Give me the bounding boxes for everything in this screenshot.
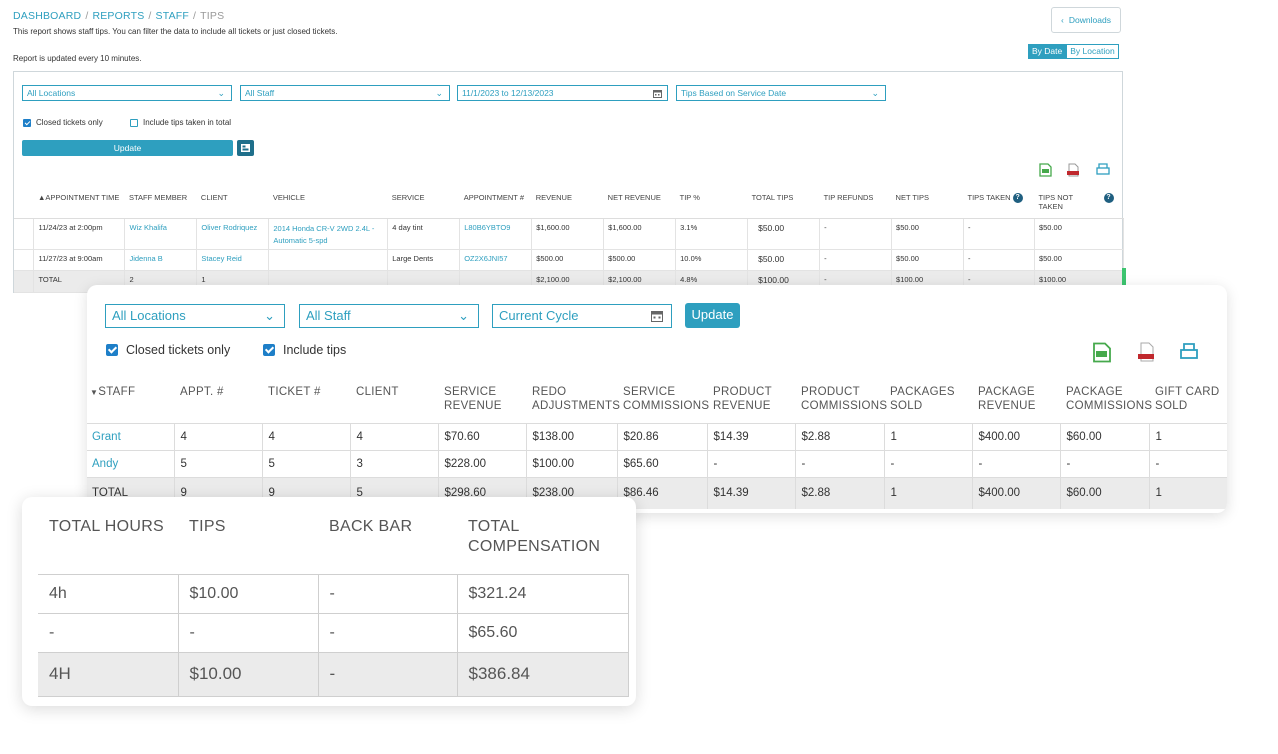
staff-tips-table: ▲APPOINTMENT TIME STAFF MEMBER CLIENT VE…	[14, 183, 1125, 293]
update-button[interactable]: Update	[22, 140, 233, 156]
col-tips-taken[interactable]: TIPS TAKEN ?	[963, 183, 1035, 219]
location-select[interactable]: All Locations ⌄	[22, 85, 232, 101]
col-client[interactable]: CLIENT	[350, 385, 438, 423]
chevron-down-icon: ⌄	[458, 308, 469, 323]
help-icon[interactable]: ?	[1012, 193, 1023, 204]
breadcrumb-tips: TIPS	[200, 10, 225, 22]
col-tip-percent[interactable]: TIP %	[675, 183, 748, 219]
breadcrumb: DASHBOARD / REPORTS / STAFF / TIPS	[13, 10, 225, 22]
col-tips[interactable]: TIPS	[178, 497, 318, 574]
table-row: Grant 4 4 4 $70.60 $138.00 $20.86 $14.39…	[87, 422, 1227, 450]
col-service-commissions[interactable]: SERVICE COMMISSIONS	[617, 385, 709, 423]
print-icon[interactable]	[1096, 163, 1110, 175]
tips-basis-select[interactable]: Tips Based on Service Date ⌄	[676, 85, 886, 101]
col-service-revenue[interactable]: SERVICE REVENUE	[438, 385, 526, 423]
checkbox-unchecked-icon	[130, 118, 138, 127]
table-row: - - - $65.60	[38, 612, 629, 653]
col-vehicle[interactable]: VEHICLE	[268, 183, 388, 219]
col-revenue[interactable]: REVENUE	[531, 183, 604, 219]
breadcrumb-dashboard[interactable]: DASHBOARD	[13, 10, 81, 22]
compensation-table: TOTAL HOURS TIPS BACK BAR TOTAL COMPENSA…	[38, 497, 629, 697]
col-product-commissions[interactable]: PRODUCT COMMISSIONS	[795, 385, 887, 423]
downloads-button[interactable]: ‹ Downloads	[1051, 7, 1121, 33]
col-client[interactable]: CLIENT	[196, 183, 269, 219]
staff-payroll-card: All Locations ⌄ All Staff ⌄ Current Cycle …	[87, 285, 1227, 513]
chevron-down-icon: ⌄	[435, 88, 443, 98]
col-appt-number[interactable]: APPT. #	[174, 385, 262, 423]
col-net-revenue[interactable]: NET REVENUE	[603, 183, 676, 219]
chevron-down-icon: ⌄	[264, 308, 275, 323]
csv-export-icon[interactable]	[1092, 342, 1112, 363]
col-staff-member[interactable]: STAFF MEMBER	[124, 183, 197, 219]
col-total-compensation[interactable]: TOTAL COMPENSATION	[457, 497, 628, 574]
by-date-toggle[interactable]: By Date	[1028, 44, 1067, 59]
col-gift-card-sold[interactable]: GIFT CARD SOLD	[1149, 385, 1227, 423]
chevron-down-icon: ⌄	[217, 88, 225, 98]
col-service[interactable]: SERVICE	[387, 183, 460, 219]
view-toggle: By Date By Location	[1028, 44, 1119, 59]
include-tips-total-checkbox[interactable]: Include tips taken in total	[130, 118, 231, 127]
export-settings-button[interactable]	[237, 140, 254, 156]
staff-select[interactable]: All Staff ⌄	[240, 85, 450, 101]
date-range-input[interactable]: 11/1/2023 to 12/13/2023	[457, 85, 668, 101]
table-row: 4h $10.00 - $321.24	[38, 573, 629, 614]
pdf-export-icon[interactable]	[1067, 163, 1079, 177]
calendar-icon	[653, 90, 662, 98]
table-total-row: 4H $10.00 - $386.84	[38, 651, 629, 697]
update-note: Report is updated every 10 minutes.	[13, 54, 142, 63]
print-icon[interactable]	[1179, 342, 1199, 360]
closed-tickets-checkbox[interactable]: Closed tickets only	[106, 343, 230, 357]
sort-down-icon: ▼	[90, 388, 99, 397]
staff-payroll-table: ▼STAFF APPT. # TICKET # CLIENT SERVICE R…	[87, 385, 1227, 509]
col-net-tips[interactable]: NET TIPS	[891, 183, 964, 219]
location-select[interactable]: All Locations ⌄	[105, 304, 285, 328]
col-packages-sold[interactable]: PACKAGES SOLD	[884, 385, 972, 423]
col-product-revenue[interactable]: PRODUCT REVENUE	[707, 385, 795, 423]
chevron-left-icon: ‹	[1061, 15, 1064, 25]
col-redo-adjustments[interactable]: REDO ADJUSTMENTS	[526, 385, 620, 423]
include-tips-checkbox[interactable]: Include tips	[263, 343, 346, 357]
col-total-tips[interactable]: TOTAL TIPS	[747, 183, 820, 219]
col-staff[interactable]: ▼STAFF	[87, 385, 174, 423]
table-row: Andy 5 5 3 $228.00 $100.00 $65.60 - - - …	[87, 449, 1227, 477]
staff-select[interactable]: All Staff ⌄	[299, 304, 479, 328]
report-description: This report shows staff tips. You can fi…	[13, 27, 338, 36]
update-button[interactable]: Update	[685, 303, 740, 328]
table-row: 11/24/23 at 2:00pm Wiz Khalifa Oliver Ro…	[14, 218, 1125, 250]
checkbox-checked-icon	[263, 344, 275, 356]
by-location-toggle[interactable]: By Location	[1066, 44, 1119, 59]
breadcrumb-reports[interactable]: REPORTS	[92, 10, 144, 22]
calendar-icon	[651, 311, 663, 322]
pdf-export-icon[interactable]	[1137, 342, 1155, 362]
breadcrumb-staff[interactable]: STAFF	[156, 10, 189, 22]
col-total-hours[interactable]: TOTAL HOURS	[38, 497, 178, 574]
closed-tickets-checkbox[interactable]: Closed tickets only	[23, 118, 103, 127]
col-appointment-number[interactable]: APPOINTMENT #	[459, 183, 532, 219]
col-package-commissions[interactable]: PACKAGE COMMISSIONS	[1060, 385, 1152, 423]
col-tip-refunds[interactable]: TIP REFUNDS	[819, 183, 892, 219]
settings-icon	[241, 144, 250, 152]
help-icon[interactable]: ?	[1103, 193, 1114, 203]
col-back-bar[interactable]: BACK BAR	[318, 497, 457, 574]
checkbox-checked-icon	[106, 344, 118, 356]
table-row: 11/27/23 at 9:00am Jidenna B Stacey Reid…	[14, 249, 1125, 271]
csv-export-icon[interactable]	[1039, 163, 1052, 177]
chevron-down-icon: ⌄	[871, 88, 879, 98]
cycle-input[interactable]: Current Cycle	[492, 304, 672, 328]
col-tips-not-taken[interactable]: TIPS NOT TAKEN?	[1034, 183, 1124, 219]
compensation-card: TOTAL HOURS TIPS BACK BAR TOTAL COMPENSA…	[22, 497, 636, 706]
col-appointment-time[interactable]: ▲APPOINTMENT TIME	[33, 183, 125, 219]
col-ticket-number[interactable]: TICKET #	[262, 385, 350, 423]
checkbox-checked-icon	[23, 118, 31, 127]
col-package-revenue[interactable]: PACKAGE REVENUE	[972, 385, 1060, 423]
